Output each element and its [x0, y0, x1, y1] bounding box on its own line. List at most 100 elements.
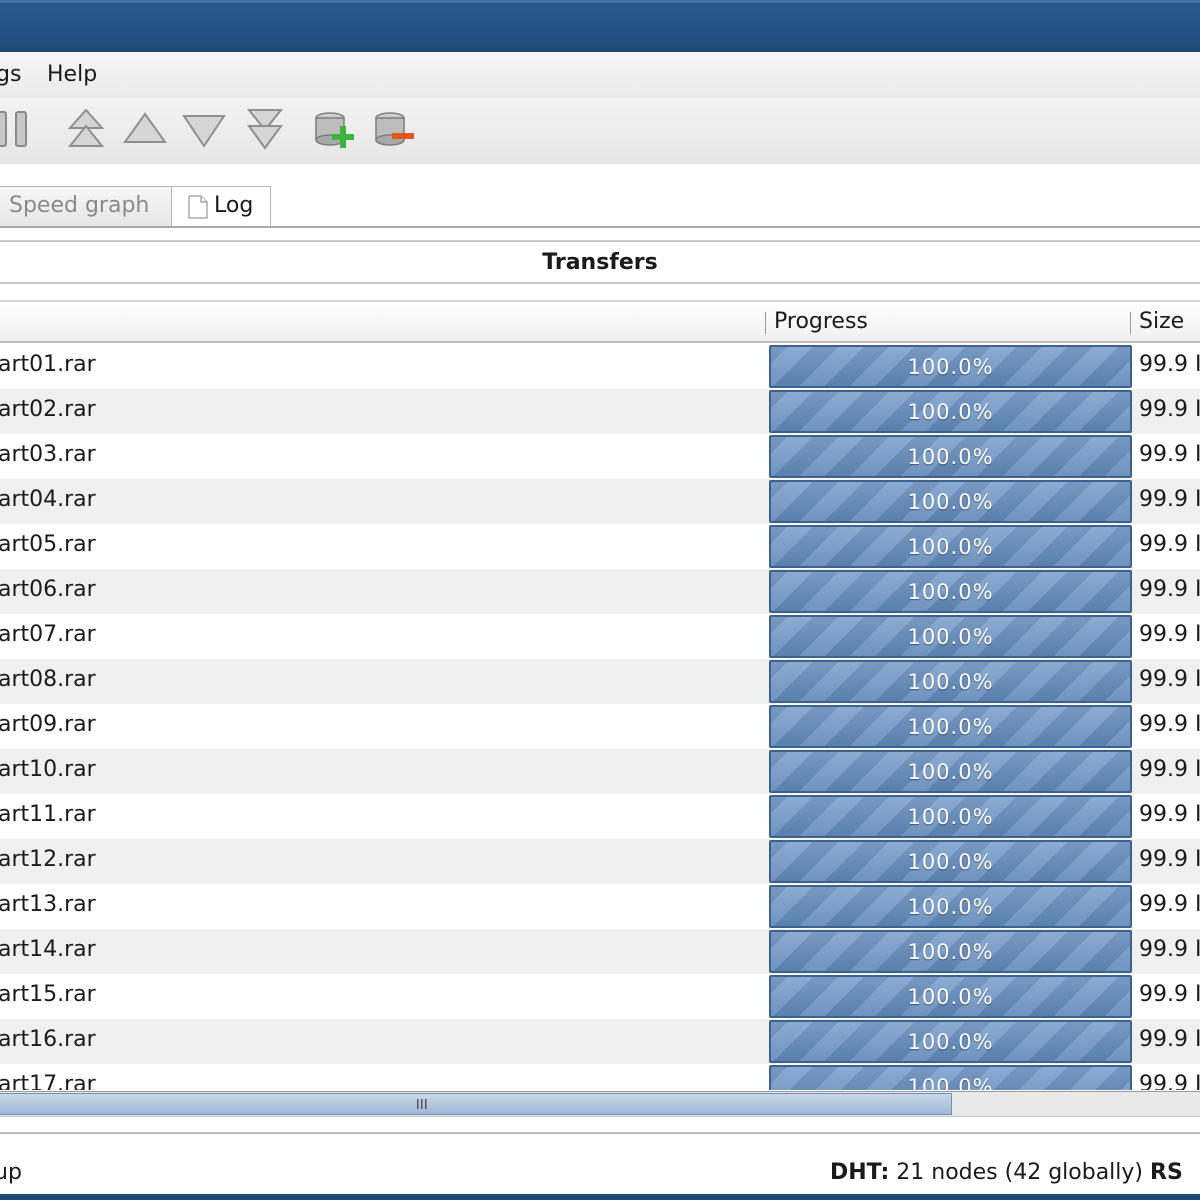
size-cell: 99.9 I	[1139, 667, 1200, 692]
page-icon	[188, 195, 208, 219]
progress-bar: 100.0%	[769, 525, 1132, 568]
table-row[interactable]: art06.rar 100.0% 99.9 I	[0, 569, 1200, 614]
pause-icon[interactable]	[0, 106, 36, 152]
scrollbar-thumb[interactable]	[0, 1093, 952, 1115]
table-row[interactable]: art09.rar 100.0% 99.9 I	[0, 704, 1200, 749]
window-frame-bottom	[0, 1194, 1200, 1200]
file-name-cell: art01.rar	[0, 352, 96, 377]
tab-log[interactable]: Log	[171, 186, 271, 226]
size-cell: 99.9 I	[1139, 532, 1200, 557]
move-bottom-icon[interactable]	[243, 106, 287, 152]
table-row[interactable]: art05.rar 100.0% 99.9 I	[0, 524, 1200, 569]
progress-bar: 100.0%	[769, 345, 1132, 388]
size-cell: 99.9 I	[1139, 352, 1200, 377]
table-row[interactable]: art15.rar 100.0% 99.9 I	[0, 974, 1200, 1019]
file-name-cell: art07.rar	[0, 622, 96, 647]
size-cell: 99.9 I	[1139, 622, 1200, 647]
column-separator[interactable]	[1130, 312, 1131, 334]
table-row[interactable]: art16.rar 100.0% 99.9 I	[0, 1019, 1200, 1064]
progress-bar: 100.0%	[769, 660, 1132, 703]
status-bar: up DHT: 21 nodes (42 globally) RS	[0, 1132, 1200, 1194]
horizontal-scrollbar[interactable]	[0, 1091, 1200, 1117]
table-row[interactable]: art13.rar 100.0% 99.9 I	[0, 884, 1200, 929]
move-down-icon[interactable]	[182, 106, 226, 152]
add-server-icon[interactable]	[312, 106, 356, 152]
size-cell: 99.9 I	[1139, 1072, 1200, 1090]
progress-bar: 100.0%	[769, 390, 1132, 433]
size-cell: 99.9 I	[1139, 397, 1200, 422]
table-row[interactable]: art17.rar 100.0% 99.9 I	[0, 1064, 1200, 1090]
progress-bar: 100.0%	[769, 750, 1132, 793]
table-row[interactable]: art07.rar 100.0% 99.9 I	[0, 614, 1200, 659]
table-row[interactable]: art04.rar 100.0% 99.9 I	[0, 479, 1200, 524]
size-cell: 99.9 I	[1139, 442, 1200, 467]
progress-bar: 100.0%	[769, 930, 1132, 973]
file-name-cell: art13.rar	[0, 892, 96, 917]
toolbar	[0, 98, 1200, 165]
status-text: up	[0, 1160, 22, 1185]
size-cell: 99.9 I	[1139, 712, 1200, 737]
size-cell: 99.9 I	[1139, 937, 1200, 962]
file-name-cell: art05.rar	[0, 532, 96, 557]
file-name-cell: art03.rar	[0, 442, 96, 467]
menu-item-help[interactable]: Help	[47, 62, 97, 87]
progress-bar: 100.0%	[769, 1065, 1132, 1090]
table-row[interactable]: art10.rar 100.0% 99.9 I	[0, 749, 1200, 794]
tab-speed-graph[interactable]: Speed graph	[0, 186, 172, 226]
progress-bar: 100.0%	[769, 795, 1132, 838]
grip-icon	[417, 1099, 427, 1109]
column-header-progress[interactable]: Progress	[774, 309, 868, 334]
file-name-cell: art15.rar	[0, 982, 96, 1007]
size-cell: 99.9 I	[1139, 982, 1200, 1007]
table-row[interactable]: art12.rar 100.0% 99.9 I	[0, 839, 1200, 884]
tab-strip: Speed graph Log	[0, 164, 1200, 228]
file-name-cell: art11.rar	[0, 802, 96, 827]
progress-bar: 100.0%	[769, 570, 1132, 613]
progress-bar: 100.0%	[769, 480, 1132, 523]
file-name-cell: art10.rar	[0, 757, 96, 782]
dht-label: DHT:	[830, 1160, 890, 1185]
rs-label: RS	[1150, 1160, 1183, 1185]
table-row[interactable]: art08.rar 100.0% 99.9 I	[0, 659, 1200, 704]
size-cell: 99.9 I	[1139, 892, 1200, 917]
table-row[interactable]: art01.rar 100.0% 99.9 I	[0, 344, 1200, 389]
table-row[interactable]: art14.rar 100.0% 99.9 I	[0, 929, 1200, 974]
file-name-cell: art02.rar	[0, 397, 96, 422]
progress-bar: 100.0%	[769, 435, 1132, 478]
column-separator[interactable]	[765, 312, 766, 334]
remove-server-icon[interactable]	[372, 106, 416, 152]
table-header: Progress Size	[0, 300, 1200, 343]
move-up-icon[interactable]	[123, 106, 167, 152]
size-cell: 99.9 I	[1139, 1027, 1200, 1052]
dht-status: DHT: 21 nodes (42 globally) RS	[830, 1160, 1183, 1185]
column-header-size[interactable]: Size	[1139, 309, 1184, 334]
move-top-icon[interactable]	[64, 106, 108, 152]
progress-bar: 100.0%	[769, 885, 1132, 928]
progress-bar: 100.0%	[769, 1020, 1132, 1063]
menu-bar: gs Help	[0, 52, 1200, 98]
size-cell: 99.9 I	[1139, 577, 1200, 602]
tab-log-label: Log	[214, 193, 254, 218]
file-name-cell: art04.rar	[0, 487, 96, 512]
file-name-cell: art16.rar	[0, 1027, 96, 1052]
size-cell: 99.9 I	[1139, 802, 1200, 827]
table-row[interactable]: art02.rar 100.0% 99.9 I	[0, 389, 1200, 434]
progress-bar: 100.0%	[769, 975, 1132, 1018]
size-cell: 99.9 I	[1139, 487, 1200, 512]
panel-title: Transfers	[0, 240, 1200, 284]
menu-item-settings[interactable]: gs	[0, 62, 21, 87]
size-cell: 99.9 I	[1139, 847, 1200, 872]
table-row[interactable]: art03.rar 100.0% 99.9 I	[0, 434, 1200, 479]
progress-bar: 100.0%	[769, 705, 1132, 748]
window-titlebar[interactable]	[0, 0, 1200, 52]
file-name-cell: art08.rar	[0, 667, 96, 692]
file-name-cell: art09.rar	[0, 712, 96, 737]
progress-bar: 100.0%	[769, 840, 1132, 883]
file-name-cell: art12.rar	[0, 847, 96, 872]
file-name-cell: art17.rar	[0, 1072, 96, 1090]
tab-speed-graph-label: Speed graph	[9, 193, 150, 218]
size-cell: 99.9 I	[1139, 757, 1200, 782]
progress-bar: 100.0%	[769, 615, 1132, 658]
transfers-table: art01.rar 100.0% 99.9 I art02.rar 100.0% 99.9…	[0, 344, 1200, 1090]
table-row[interactable]: art11.rar 100.0% 99.9 I	[0, 794, 1200, 839]
